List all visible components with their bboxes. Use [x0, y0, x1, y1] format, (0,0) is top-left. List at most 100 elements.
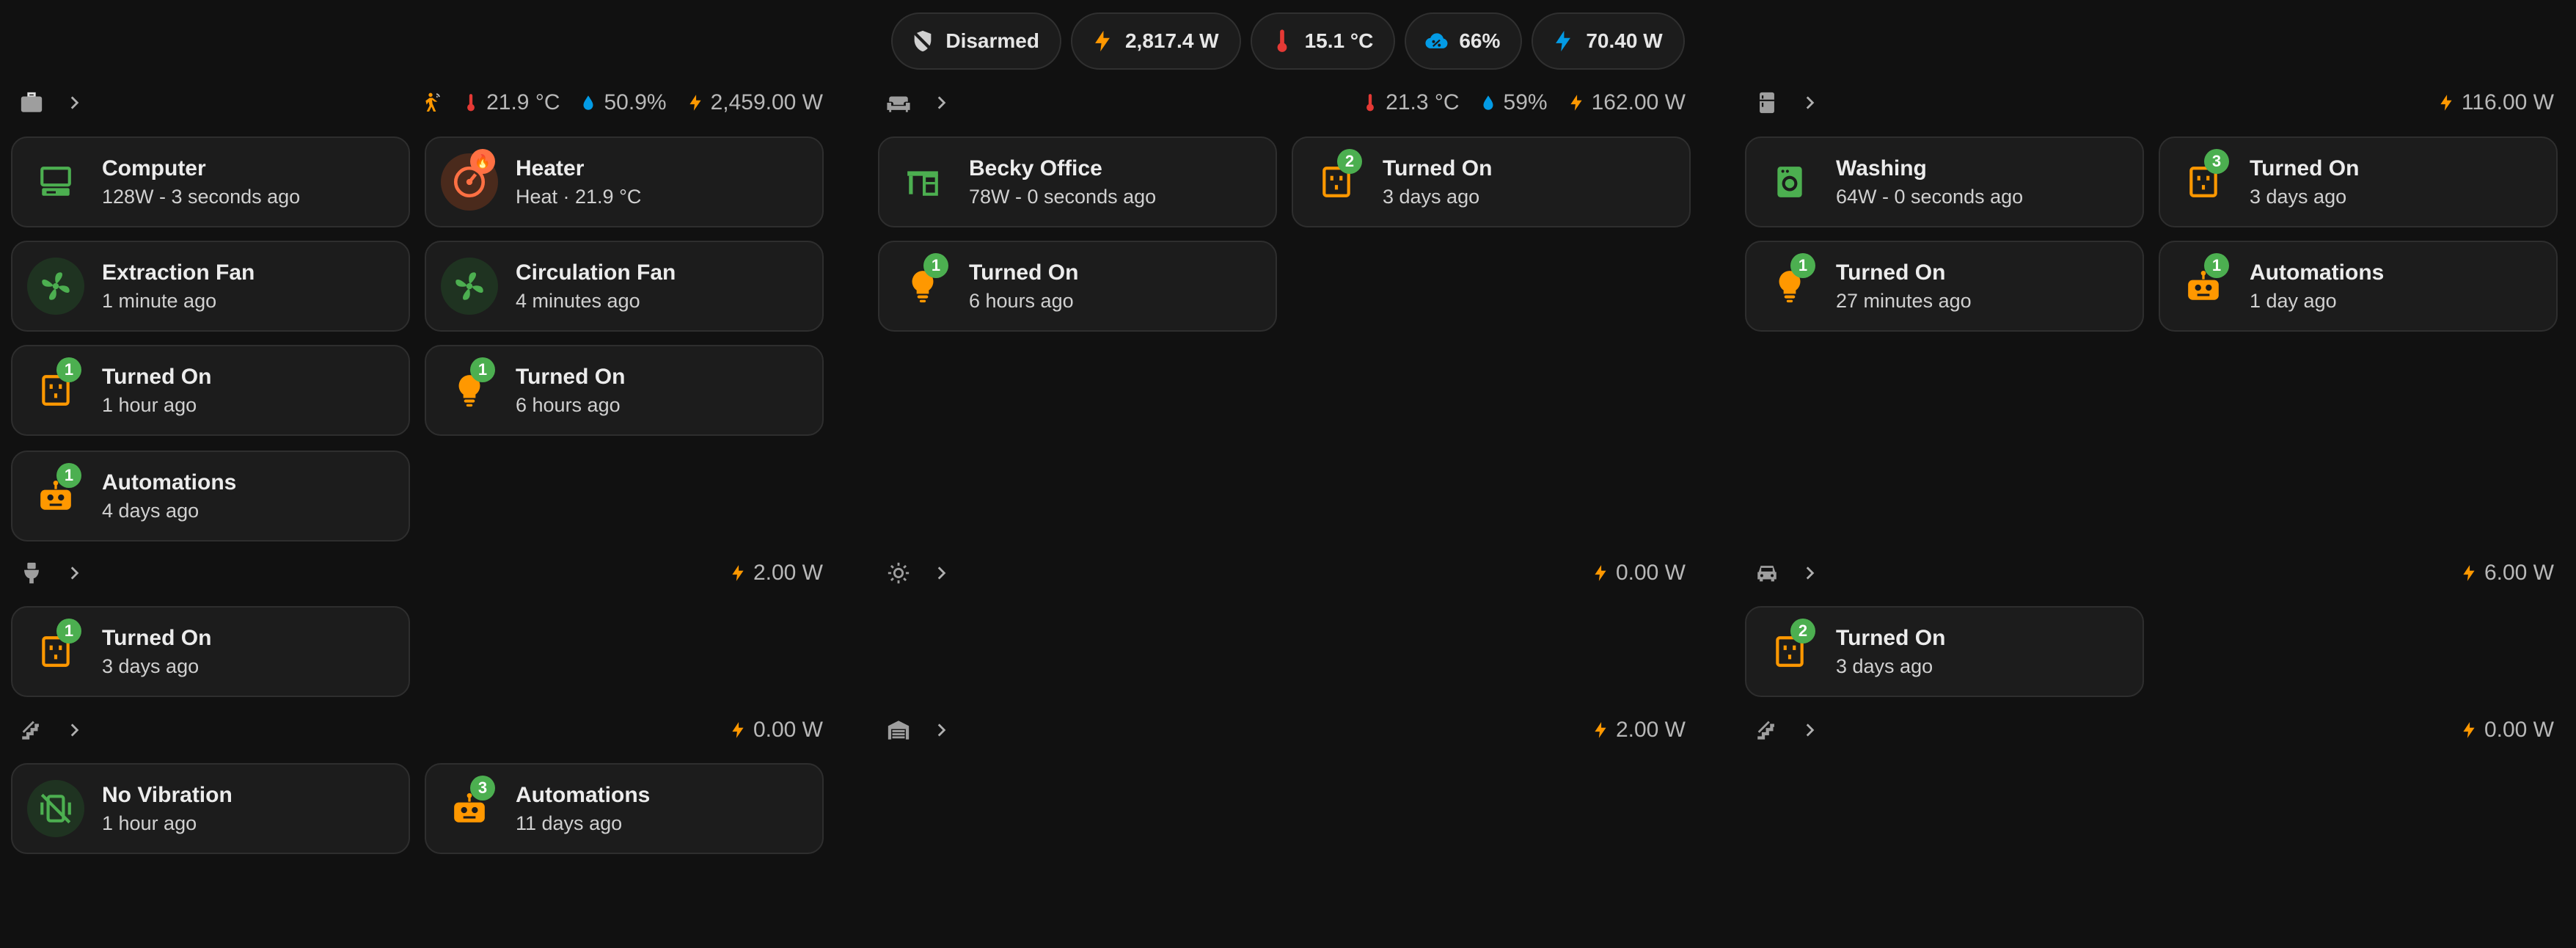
tile-subtitle: 3 days ago [1383, 185, 1480, 208]
count-badge: 2 [1337, 149, 1362, 174]
tile-title: Turned On [516, 364, 626, 389]
stairs-icon [19, 718, 44, 743]
tile-subtitle: 78W - 0 seconds ago [969, 185, 1157, 208]
tile-computer[interactable]: Computer 128W - 3 seconds ago [11, 136, 410, 227]
total-power-badge[interactable]: 2,817.4 W [1070, 12, 1241, 70]
thermometer-icon [1270, 29, 1295, 54]
count-badge: 1 [56, 619, 81, 643]
tile-subtitle: 1 hour ago [102, 393, 197, 416]
tile-lights-on[interactable]: 1 Turned On 6 hours ago [878, 241, 1277, 332]
garage-icon [886, 718, 911, 743]
tile-washing[interactable]: Washing 64W - 0 seconds ago [1745, 136, 2144, 227]
area-header-utility[interactable]: 116.00 W [1754, 84, 2554, 121]
badge-label: Disarmed [945, 29, 1039, 52]
motion-sensor [419, 91, 442, 114]
tile-heater[interactable]: 🔥 Heater Heat · 21.9 °C [425, 136, 824, 227]
tile-icon-wrap: 1 [441, 357, 498, 419]
tile-title: Turned On [1836, 260, 1946, 285]
chevron-right-icon[interactable] [1800, 721, 1819, 740]
tile-no-vibration[interactable]: No Vibration 1 hour ago [11, 763, 410, 854]
count-badge: 1 [56, 463, 81, 488]
power-value: 0.00 W [753, 718, 823, 742]
water-drop-icon [1479, 92, 1498, 114]
area-header-stairs[interactable]: 0.00 W [19, 712, 823, 748]
tile-automations[interactable]: 1 Automations 4 days ago [11, 451, 410, 542]
outdoor-temperature-badge[interactable]: 15.1 °C [1250, 12, 1396, 70]
tile-icon-wrap [441, 258, 498, 315]
washing-machine-icon [1771, 164, 1808, 200]
area-header-work[interactable]: 21.9 °C 50.9% 2,459.00 W [19, 84, 823, 121]
lightning-icon [686, 92, 705, 114]
stairs-icon [1754, 718, 1779, 743]
badge-label: 2,817.4 W [1124, 29, 1219, 52]
area-sensors: 0.00 W [728, 712, 823, 748]
solar-power-badge[interactable]: 70.40 W [1532, 12, 1685, 70]
tile-sockets-on[interactable]: 2 Turned On 3 days ago [1292, 136, 1691, 227]
tile-subtitle: 1 day ago [2250, 289, 2337, 312]
power-sensor: 0.00 W [2459, 718, 2554, 743]
count-badge: 1 [2204, 253, 2229, 278]
tile-becky-office[interactable]: Becky Office 78W - 0 seconds ago [878, 136, 1277, 227]
tile-lights-on[interactable]: 1 Turned On 6 hours ago [425, 345, 824, 436]
tile-extraction-fan[interactable]: Extraction Fan 1 minute ago [11, 241, 410, 332]
chevron-right-icon[interactable] [932, 93, 951, 112]
chevron-right-icon[interactable] [65, 721, 84, 740]
tile-icon-wrap: 3 [441, 776, 498, 837]
lightning-icon [2437, 92, 2456, 114]
sofa-icon [886, 90, 911, 115]
tile-sockets-on[interactable]: 3 Turned On 3 days ago [2159, 136, 2558, 227]
tile-sockets-on[interactable]: 2 Turned On 3 days ago [1745, 606, 2144, 697]
desktop-icon [37, 164, 74, 200]
fridge-icon [1754, 90, 1779, 115]
power-value: 2.00 W [753, 561, 823, 585]
tile-subtitle: 6 hours ago [969, 289, 1074, 312]
lightning-icon [728, 562, 747, 584]
tile-icon-wrap [894, 153, 951, 211]
area-header-shed[interactable]: 2.00 W [886, 712, 1686, 748]
humidity-sensor: 50.9% [579, 90, 667, 115]
chevron-right-icon[interactable] [932, 721, 951, 740]
tile-title: Automations [2250, 260, 2385, 285]
chevron-right-icon[interactable] [65, 93, 84, 112]
tile-subtitle: 64W - 0 seconds ago [1836, 185, 2024, 208]
temperature-value: 21.9 °C [486, 90, 560, 114]
chevron-right-icon[interactable] [65, 564, 84, 583]
lightning-icon [728, 719, 747, 741]
tile-subtitle: 3 days ago [2250, 185, 2347, 208]
tile-automations[interactable]: 1 Automations 1 day ago [2159, 241, 2558, 332]
area-header-toilet[interactable]: 2.00 W [19, 555, 823, 591]
badge-label: 15.1 °C [1304, 29, 1374, 52]
tile-circulation-fan[interactable]: Circulation Fan 4 minutes ago [425, 241, 824, 332]
tile-title: Turned On [1836, 625, 1946, 650]
outdoor-humidity-badge[interactable]: 66% [1405, 12, 1523, 70]
tile-subtitle: 4 minutes ago [516, 289, 640, 312]
power-value: 0.00 W [2484, 718, 2554, 742]
tile-title: Turned On [2250, 156, 2360, 181]
area-header-outside[interactable]: 0.00 W [886, 555, 1686, 591]
tile-title: Becky Office [969, 156, 1102, 181]
water-drop-icon [579, 92, 598, 114]
chevron-right-icon[interactable] [1800, 564, 1819, 583]
chevron-right-icon[interactable] [1800, 93, 1819, 112]
briefcase-icon [19, 90, 44, 115]
tile-sockets-on[interactable]: 1 Turned On 3 days ago [11, 606, 410, 697]
area-header-office[interactable]: 21.3 °C 59% 162.00 W [886, 84, 1686, 121]
power-value: 2,459.00 W [710, 90, 823, 114]
tile-icon-wrap: 1 [27, 463, 84, 525]
power-sensor: 0.00 W [728, 718, 823, 743]
tile-lights-on[interactable]: 1 Turned On 27 minutes ago [1745, 241, 2144, 332]
chevron-right-icon[interactable] [932, 564, 951, 583]
lightning-icon [1591, 719, 1610, 741]
temperature-sensor: 21.9 °C [461, 90, 560, 115]
power-value: 116.00 W [2461, 90, 2554, 114]
lightning-icon [2459, 562, 2478, 584]
count-badge: 1 [1790, 253, 1815, 278]
tile-automations[interactable]: 3 Automations 11 days ago [425, 763, 824, 854]
motion-sensor-icon [419, 91, 442, 114]
alarm-badge[interactable]: Disarmed [891, 12, 1061, 70]
area-header-landing[interactable]: 0.00 W [1754, 712, 2554, 748]
tile-sockets-on[interactable]: 1 Turned On 1 hour ago [11, 345, 410, 436]
area-header-garage[interactable]: 6.00 W [1754, 555, 2554, 591]
temperature-sensor: 21.3 °C [1361, 90, 1460, 115]
tile-icon-wrap [27, 153, 84, 211]
